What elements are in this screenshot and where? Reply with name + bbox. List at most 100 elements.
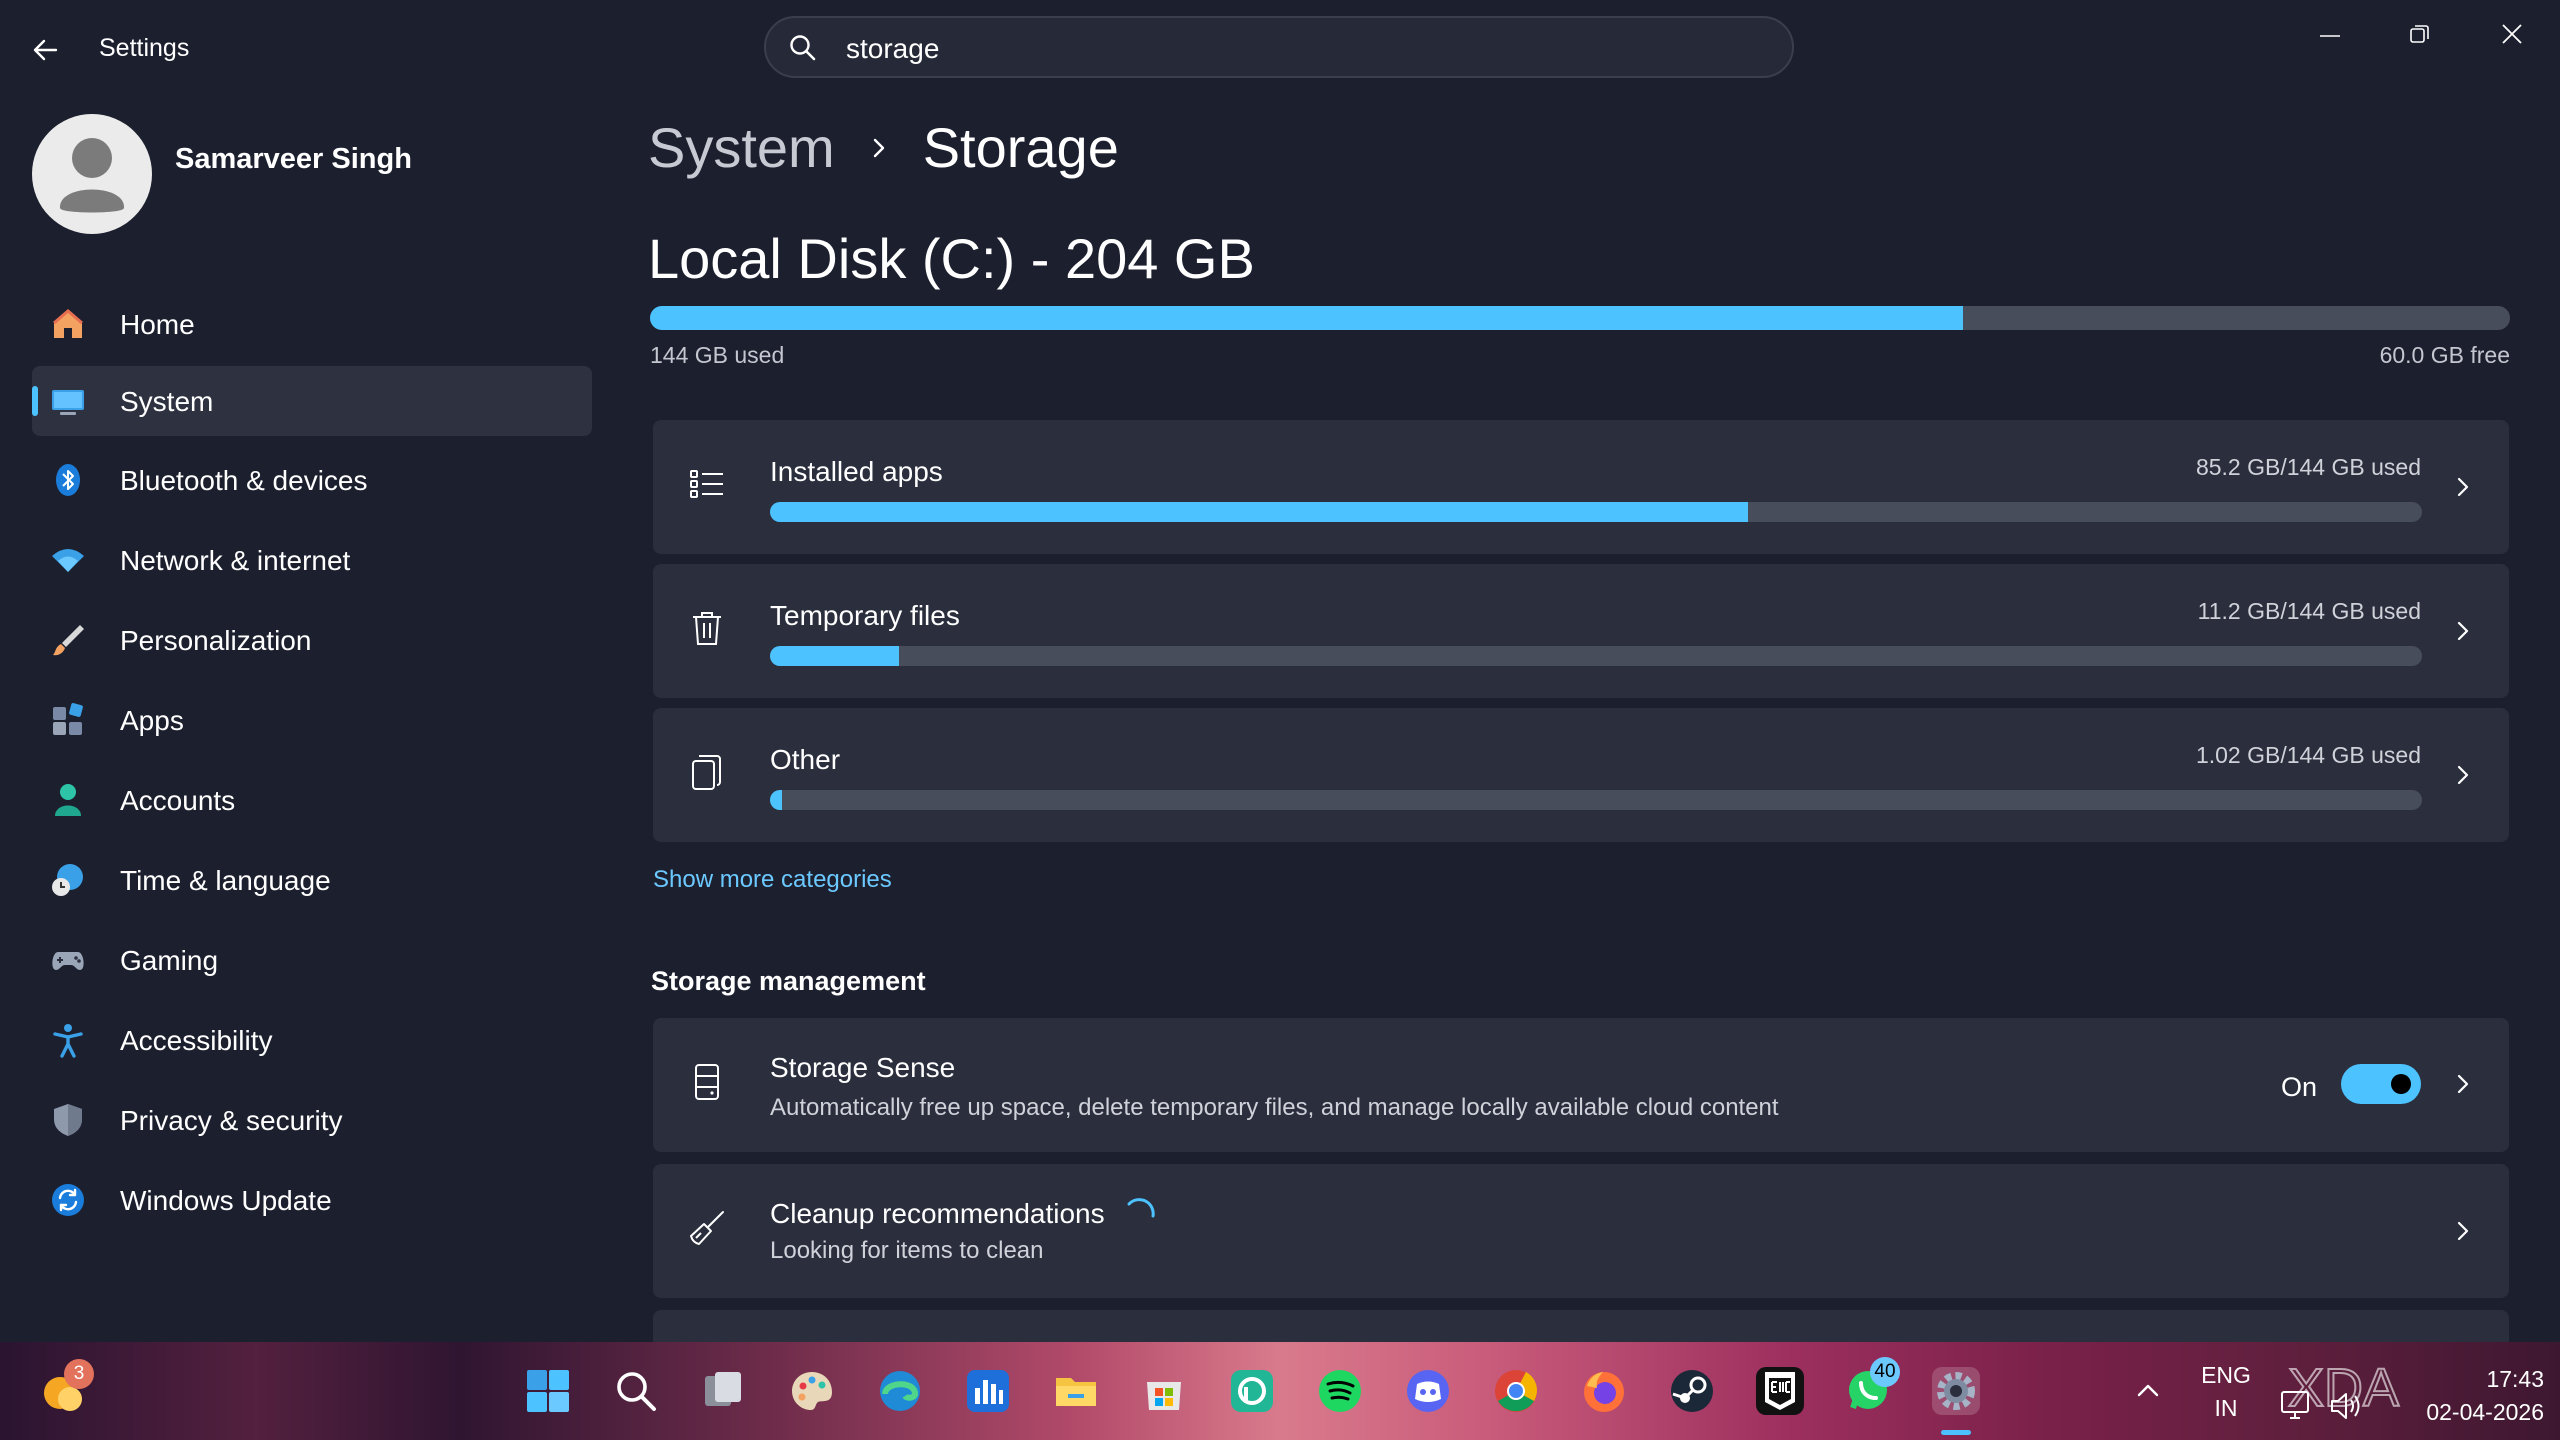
- back-button[interactable]: [26, 30, 66, 70]
- storage-drive-icon: [695, 1064, 719, 1100]
- volume-tray-button[interactable]: [2326, 1386, 2366, 1426]
- task-view-button[interactable]: [700, 1367, 748, 1415]
- chrome-icon: [1495, 1370, 1538, 1412]
- category-usage-bar: [770, 790, 2422, 810]
- category-other[interactable]: Other 1.02 GB/144 GB used: [653, 708, 2509, 842]
- breadcrumb: System Storage: [648, 115, 1119, 180]
- clock[interactable]: 17:43 02-04-2026: [2384, 1366, 2544, 1426]
- close-icon: [2502, 24, 2522, 44]
- toggle-state-label: On: [2280, 1072, 2317, 1102]
- cleanup-title: Cleanup recommendations: [770, 1198, 1105, 1229]
- sidebar-item-network[interactable]: Network & internet: [32, 525, 592, 595]
- trash-icon: [693, 612, 721, 645]
- sidebar-item-label: Accounts: [120, 785, 236, 816]
- epic-games-icon: [1765, 1372, 1795, 1410]
- task-view-icon: [705, 1372, 741, 1406]
- sidebar-item-label: System: [120, 386, 214, 417]
- category-usage: 11.2 GB/144 GB used: [2197, 598, 2421, 624]
- productivity-app[interactable]: [964, 1367, 1012, 1415]
- sidebar-item-system[interactable]: System: [32, 366, 592, 436]
- sidebar-item-label: Windows Update: [120, 1185, 332, 1216]
- discord-app[interactable]: [1404, 1367, 1452, 1415]
- taskbar-search-button[interactable]: [612, 1367, 660, 1415]
- close-button[interactable]: [2482, 14, 2542, 54]
- teal-p-app-icon: [1231, 1370, 1273, 1412]
- sidebar-item-home[interactable]: Home: [32, 289, 592, 359]
- category-installed-apps[interactable]: Installed apps 85.2 GB/144 GB used: [653, 420, 2509, 554]
- category-usage-bar: [770, 646, 2422, 666]
- pushbullet-app[interactable]: [1228, 1367, 1276, 1415]
- weather-widget[interactable]: 3: [40, 1359, 94, 1415]
- start-button[interactable]: [524, 1367, 572, 1415]
- disk-title: Local Disk (C:) - 204 GB: [648, 227, 1255, 290]
- show-hidden-icons-button[interactable]: [2124, 1367, 2172, 1415]
- sidebar-item-personalization[interactable]: Personalization: [32, 605, 592, 675]
- chevron-right-icon: [2457, 621, 2469, 641]
- chevron-right-icon: [2457, 765, 2469, 785]
- category-usage-bar: [770, 502, 2422, 522]
- selection-indicator: [32, 386, 38, 416]
- sidebar-item-windows-update[interactable]: Windows Update: [32, 1165, 592, 1235]
- sidebar-item-label: Gaming: [120, 945, 219, 976]
- sidebar-item-time-language[interactable]: Time & language: [32, 845, 592, 915]
- avatar[interactable]: [32, 114, 152, 234]
- gear-icon: [1937, 1372, 1975, 1410]
- sidebar-item-accessibility[interactable]: Accessibility: [32, 1005, 592, 1075]
- chevron-right-icon: [2457, 1074, 2469, 1094]
- storage-management-heading: Storage management: [651, 966, 926, 996]
- clock-date: 02-04-2026: [2426, 1399, 2544, 1425]
- sidebar-item-bluetooth[interactable]: Bluetooth & devices: [32, 445, 592, 515]
- ethernet-monitor-icon: [2281, 1391, 2309, 1419]
- bluetooth-icon: [56, 464, 80, 496]
- language-indicator[interactable]: ENG IN: [2194, 1362, 2258, 1422]
- storage-sense-toggle[interactable]: [2341, 1064, 2421, 1104]
- microsoft-store-app[interactable]: [1140, 1367, 1188, 1415]
- epic-games-app[interactable]: [1756, 1367, 1804, 1415]
- whatsapp-app[interactable]: 40: [1844, 1357, 1900, 1415]
- folder-icon: [1056, 1378, 1096, 1406]
- file-explorer-app[interactable]: [1052, 1367, 1100, 1415]
- sidebar-item-label: Personalization: [120, 625, 312, 656]
- sidebar-item-privacy-security[interactable]: Privacy & security: [32, 1085, 592, 1155]
- paint-app[interactable]: [788, 1367, 836, 1415]
- minimize-button[interactable]: [2300, 14, 2360, 54]
- cleanup-recommendations-card[interactable]: Cleanup recommendations Looking for item…: [653, 1164, 2509, 1298]
- sidebar-item-gaming[interactable]: Gaming: [32, 925, 592, 995]
- update-icon: [52, 1184, 84, 1216]
- disk-used-label: 144 GB used: [650, 342, 785, 368]
- settings-app[interactable]: [1932, 1367, 1980, 1415]
- category-temporary-files[interactable]: Temporary files 11.2 GB/144 GB used: [653, 564, 2509, 698]
- sidebar-item-label: Accessibility: [120, 1025, 273, 1056]
- search-icon: [617, 1372, 656, 1411]
- weather-badge: 3: [64, 1359, 94, 1389]
- wifi-icon: [52, 549, 84, 572]
- category-usage-fill: [770, 646, 899, 666]
- maximize-button[interactable]: [2390, 14, 2450, 54]
- speaker-icon: [2331, 1393, 2360, 1419]
- show-more-categories-link[interactable]: Show more categories: [653, 866, 892, 894]
- file-icon: [692, 755, 721, 790]
- spotify-app[interactable]: [1316, 1367, 1364, 1415]
- minimize-icon: [2320, 35, 2340, 37]
- chrome-app[interactable]: [1492, 1367, 1540, 1415]
- clock-time: 17:43: [2486, 1366, 2544, 1392]
- store-icon: [1147, 1382, 1181, 1410]
- globe-clock-icon: [52, 864, 83, 896]
- edge-app[interactable]: [876, 1367, 924, 1415]
- disk-usage-fill: [650, 306, 1964, 330]
- restore-icon: [2410, 25, 2429, 43]
- category-usage: 1.02 GB/144 GB used: [2195, 742, 2421, 768]
- region-code: IN: [2214, 1395, 2238, 1421]
- sidebar-item-accounts[interactable]: Accounts: [32, 765, 592, 835]
- steam-app[interactable]: [1668, 1367, 1716, 1415]
- home-icon: [53, 309, 83, 338]
- taskbar: 3 40 ENG IN XDA 17:43 02-04-2026: [0, 1342, 2560, 1440]
- firefox-app[interactable]: [1580, 1367, 1628, 1415]
- breadcrumb-parent[interactable]: System: [648, 115, 835, 180]
- chevron-right-icon: [2457, 1221, 2469, 1241]
- network-tray-button[interactable]: [2276, 1386, 2316, 1426]
- sidebar-item-apps[interactable]: Apps: [32, 685, 592, 755]
- search-input[interactable]: storage: [764, 16, 1794, 78]
- storage-sense-card[interactable]: Storage Sense Automatically free up spac…: [653, 1018, 2509, 1152]
- sidebar-item-label: Time & language: [120, 865, 331, 896]
